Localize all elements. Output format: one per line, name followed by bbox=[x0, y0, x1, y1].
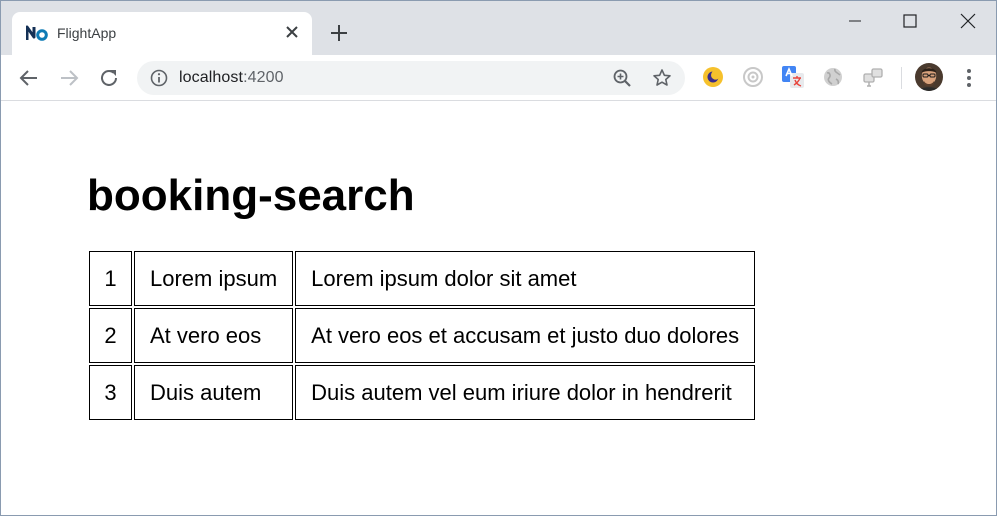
row-description-cell: Lorem ipsum dolor sit amet bbox=[295, 251, 756, 306]
url-port: :4200 bbox=[243, 69, 284, 86]
row-id-cell: 2 bbox=[89, 308, 132, 363]
minimize-icon[interactable] bbox=[845, 11, 865, 31]
forward-arrow-icon[interactable] bbox=[57, 66, 81, 90]
close-window-icon[interactable] bbox=[958, 11, 978, 31]
page-content: booking-search 1 Lorem ipsum Lorem ipsum d… bbox=[1, 101, 996, 515]
table-body: 1 Lorem ipsum Lorem ipsum dolor sit amet 2 A… bbox=[89, 251, 756, 420]
table-row: 2 At vero eos At vero eos et accusam et ju… bbox=[89, 308, 756, 363]
close-icon[interactable] bbox=[283, 23, 301, 41]
row-id-cell: 1 bbox=[89, 251, 132, 306]
url-text: localhost:4200 bbox=[179, 69, 284, 87]
reload-icon[interactable] bbox=[97, 66, 121, 90]
zoom-icon[interactable] bbox=[612, 68, 632, 88]
booking-table: 1 Lorem ipsum Lorem ipsum dolor sit amet 2 A… bbox=[87, 249, 757, 422]
globe-extension-icon[interactable] bbox=[821, 65, 845, 89]
url-host: localhost bbox=[179, 69, 244, 86]
row-name-cell: At vero eos bbox=[134, 308, 294, 363]
avatar[interactable] bbox=[915, 63, 943, 91]
browser-window: FlightApp localhost:4200 booking-search … bbox=[0, 0, 997, 516]
row-description-cell: Duis autem vel eum iriure dolor in hendr… bbox=[295, 365, 756, 420]
info-icon[interactable] bbox=[149, 68, 169, 88]
maximize-icon[interactable] bbox=[900, 11, 920, 31]
profile-photo-icon bbox=[915, 63, 943, 91]
tab-title: FlightApp bbox=[57, 25, 117, 41]
row-id-cell: 3 bbox=[89, 365, 132, 420]
table-row: 1 Lorem ipsum Lorem ipsum dolor sit amet bbox=[89, 251, 756, 306]
translate-extension-icon[interactable] bbox=[781, 65, 805, 89]
back-arrow-icon[interactable] bbox=[17, 66, 41, 90]
table-row: 3 Duis autem Duis autem vel eum iriure dol… bbox=[89, 365, 756, 420]
address-bar[interactable]: localhost:4200 bbox=[137, 61, 685, 95]
moon-extension-icon[interactable] bbox=[701, 65, 725, 89]
more-vert-icon[interactable] bbox=[959, 66, 979, 90]
tab-strip: FlightApp bbox=[1, 1, 996, 55]
row-name-cell: Lorem ipsum bbox=[134, 251, 294, 306]
network-extension-icon[interactable] bbox=[861, 65, 885, 89]
tab-flightapp[interactable]: FlightApp bbox=[12, 12, 312, 55]
browser-toolbar: localhost:4200 bbox=[1, 55, 996, 101]
page-title: booking-search bbox=[87, 171, 415, 220]
row-description-cell: At vero eos et accusam et justo duo dolo… bbox=[295, 308, 756, 363]
row-name-cell: Duis autem bbox=[134, 365, 294, 420]
nx-logo-icon bbox=[26, 25, 48, 41]
star-icon[interactable] bbox=[652, 68, 672, 88]
toolbar-divider bbox=[901, 67, 902, 89]
plus-icon[interactable] bbox=[329, 23, 349, 43]
target-extension-icon[interactable] bbox=[741, 65, 765, 89]
